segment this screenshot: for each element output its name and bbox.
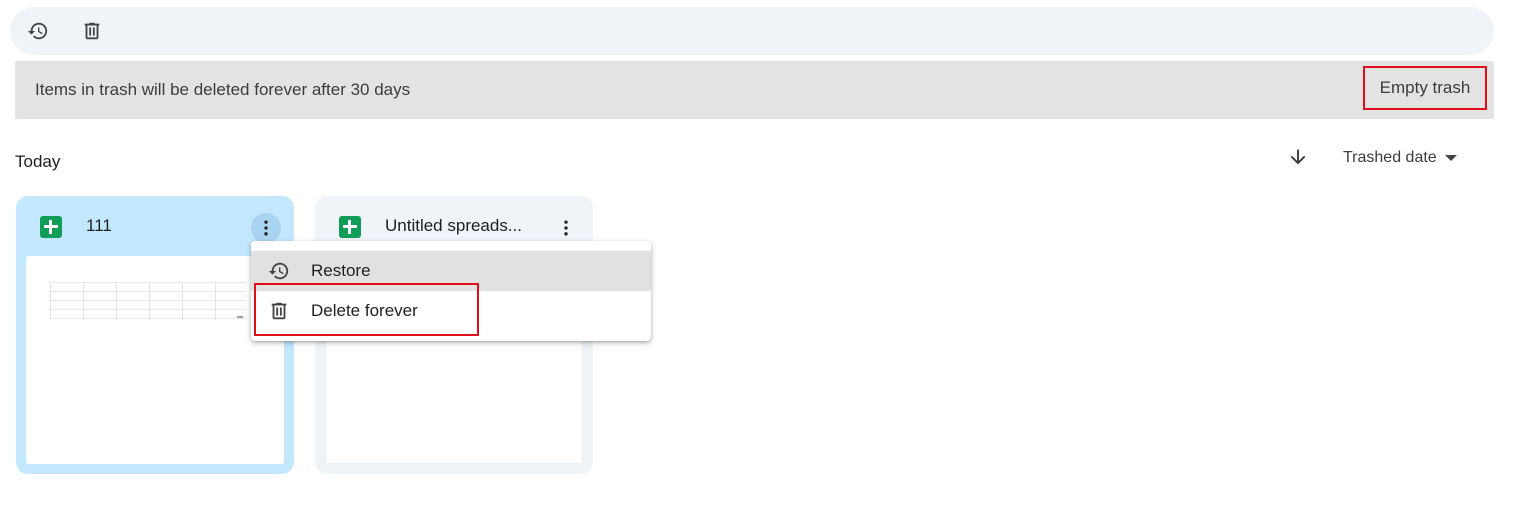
spreadsheet-preview [50,282,246,320]
restore-button[interactable] [22,15,54,47]
empty-trash-button[interactable]: Empty trash [1363,66,1487,110]
file-name: 111 [86,216,112,235]
trash-icon [267,299,291,323]
menu-item-restore[interactable]: Restore [251,251,651,291]
sort-by-dropdown[interactable]: Trashed date [1343,147,1457,169]
google-sheets-icon [40,216,62,238]
more-vert-icon [564,220,568,236]
trash-info-banner: Items in trash will be deleted forever a… [15,61,1494,119]
more-vert-icon [264,220,268,236]
section-title-today: Today [15,152,61,171]
banner-message: Items in trash will be deleted forever a… [35,80,411,99]
delete-button[interactable] [76,15,108,47]
trash-toolbar [10,7,1494,55]
menu-item-label: Delete forever [311,301,418,320]
more-actions-button[interactable] [251,213,281,243]
sort-direction-button[interactable] [1286,145,1310,169]
trash-icon [84,22,100,40]
menu-item-delete-forever[interactable]: Delete forever [251,291,651,331]
restore-history-icon [267,259,291,283]
google-sheets-icon [339,216,361,238]
file-name: Untitled spreads... [385,216,523,235]
sort-label: Trashed date [1343,149,1437,166]
thumbnail-detail [237,316,243,318]
arrow-down-icon [1290,149,1306,165]
menu-item-label: Restore [311,261,371,280]
restore-history-icon [27,22,48,40]
file-context-menu: Restore Delete forever [251,241,651,341]
chevron-down-icon [1444,155,1457,161]
file-thumbnail [26,256,284,464]
more-actions-button[interactable] [551,213,581,243]
